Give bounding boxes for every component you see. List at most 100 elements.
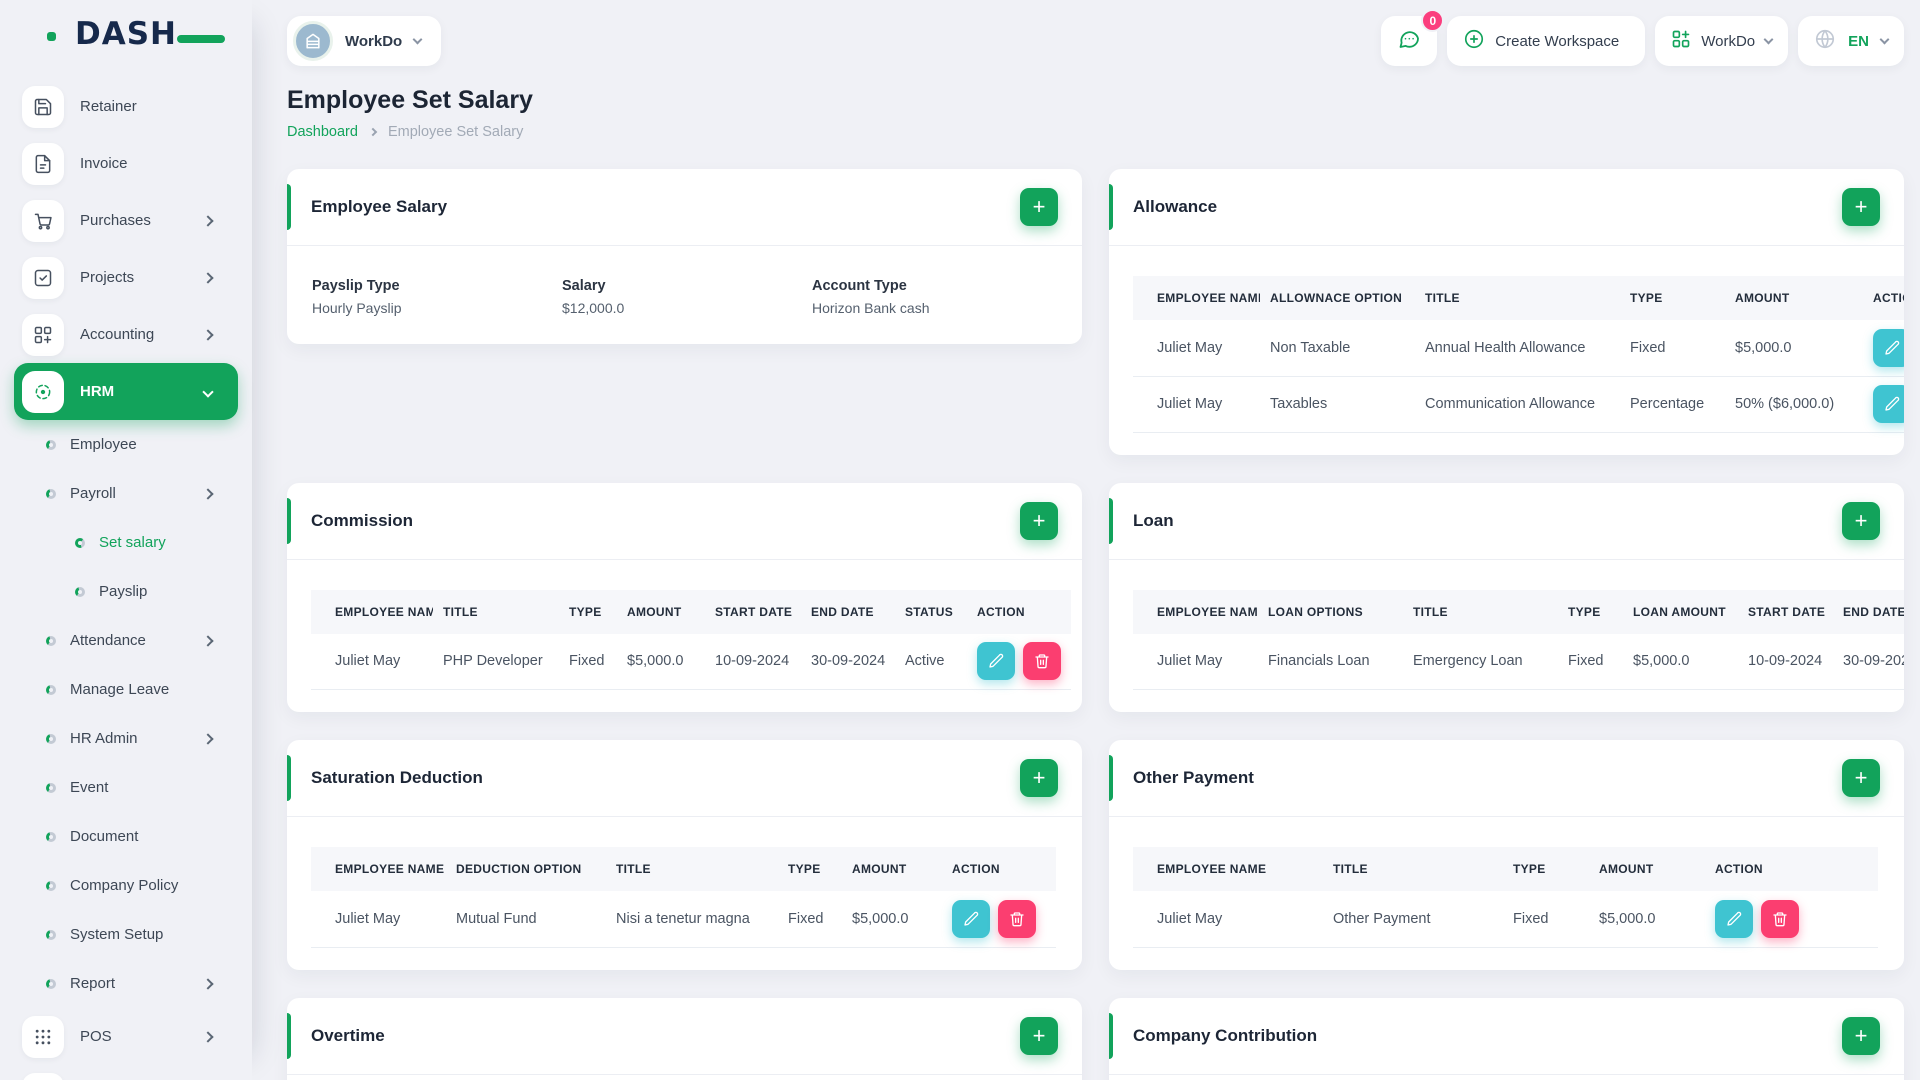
messages-button[interactable]: 0 bbox=[1381, 9, 1445, 66]
cell-type: Fixed bbox=[1620, 320, 1725, 377]
sidebar-item-pos[interactable]: POS bbox=[14, 1008, 238, 1065]
cell-status: Active bbox=[895, 633, 967, 690]
language-selector[interactable]: EN bbox=[1798, 16, 1904, 66]
employee-salary-card: Employee Salary + Payslip Type Hourly Pa… bbox=[287, 169, 1082, 344]
delete-button trash-icon[interactable] bbox=[1023, 642, 1061, 681]
bullet-icon bbox=[46, 733, 56, 744]
cell-end-date: 30-09-2024 bbox=[1833, 633, 1904, 690]
add-overtime-button plus-icon[interactable]: + bbox=[1020, 1016, 1058, 1055]
sidebar-item-employee[interactable]: Employee bbox=[14, 420, 238, 469]
column-header: TYPE bbox=[1558, 589, 1623, 634]
sidebar-item-attendance[interactable]: Attendance bbox=[14, 616, 238, 665]
chat-bubble-icon bbox=[1397, 27, 1421, 56]
cell-title: Communication Allowance bbox=[1415, 376, 1620, 433]
chevron-right-icon bbox=[202, 1030, 214, 1043]
edit-button pencil-icon[interactable] bbox=[952, 899, 990, 938]
sidebar-item-crm[interactable]: CRM bbox=[14, 1065, 238, 1080]
column-header: STATUS bbox=[895, 589, 967, 634]
cell-option: Taxables bbox=[1260, 376, 1415, 433]
column-header: EMPLOYEE NAME bbox=[1133, 589, 1258, 634]
column-header: LOAN AMOUNT bbox=[1623, 589, 1738, 634]
page-head: Employee Set Salary Dashboard Employee S… bbox=[287, 86, 1904, 140]
sidebar-item-label: Employee bbox=[70, 436, 137, 453]
app-logo[interactable]: DASH bbox=[47, 16, 225, 52]
sidebar-item-company-policy[interactable]: Company Policy bbox=[14, 861, 238, 910]
sidebar-item-hr-admin[interactable]: HR Admin bbox=[14, 714, 238, 763]
add-allowance-button plus-icon[interactable]: + bbox=[1842, 188, 1880, 226]
sidebar-item-document[interactable]: Document bbox=[14, 812, 238, 861]
add-employee-salary-button plus-icon[interactable]: + bbox=[1020, 188, 1058, 226]
cell-employee: Juliet May bbox=[1133, 320, 1260, 377]
workspace-switcher[interactable]: WorkDo bbox=[287, 16, 442, 66]
sidebar-item-set-salary[interactable]: Set salary bbox=[14, 518, 238, 567]
sidebar-item-projects[interactable]: Projects bbox=[14, 249, 238, 306]
card-title: Company Contribution bbox=[1133, 1025, 1318, 1045]
field: Payslip Type Hourly Payslip bbox=[312, 278, 562, 316]
sidebar-item-invoice[interactable]: Invoice bbox=[14, 135, 238, 192]
create-workspace-label: Create Workspace bbox=[1495, 32, 1620, 50]
language-label: EN bbox=[1848, 32, 1869, 50]
page-title: Employee Set Salary bbox=[287, 86, 533, 114]
card-body: EMPLOYEE NAME DEDUCTION OPTION TITLE TYP… bbox=[287, 817, 1082, 970]
sidebar-item-event[interactable]: Event bbox=[14, 763, 238, 812]
sidebar-item-system-setup[interactable]: System Setup bbox=[14, 910, 238, 959]
sidebar-item-retainer[interactable]: Retainer bbox=[14, 78, 238, 135]
column-header: TITLE bbox=[1403, 589, 1558, 634]
employee-salary-fields: Payslip Type Hourly Payslip Salary $12,0… bbox=[287, 246, 1082, 344]
sidebar-item-payslip[interactable]: Payslip bbox=[14, 567, 238, 616]
sidebar-item-label: HR Admin bbox=[70, 730, 138, 747]
edit-button pencil-icon[interactable] bbox=[1873, 328, 1904, 367]
add-loan-button plus-icon[interactable]: + bbox=[1842, 501, 1880, 540]
chevron-right-icon bbox=[202, 732, 214, 745]
column-header: END DATE bbox=[801, 589, 895, 634]
table-row: Juliet May Taxables Communication Allowa… bbox=[1133, 376, 1904, 433]
column-header: ACTION bbox=[1705, 847, 1878, 891]
column-header: TYPE bbox=[1620, 276, 1725, 320]
cell-type: Fixed bbox=[559, 633, 617, 690]
bullet-icon bbox=[46, 684, 56, 695]
column-header: AMOUNT bbox=[1589, 847, 1705, 891]
sidebar-item-hrm[interactable]: HRM bbox=[14, 363, 238, 420]
breadcrumb-dashboard-link[interactable]: Dashboard bbox=[287, 124, 358, 140]
column-header: LOAN OPTIONS bbox=[1258, 589, 1403, 634]
cell-amount: $5,000.0 bbox=[842, 891, 942, 948]
sidebar-item-label: Payroll bbox=[70, 485, 116, 502]
table-row: Juliet May Non Taxable Annual Health All… bbox=[1133, 320, 1904, 377]
topbar-actions: 0 Create Workspace WorkDo EN bbox=[1381, 9, 1904, 66]
card-title: Other Payment bbox=[1133, 768, 1254, 787]
sidebar-item-report[interactable]: Report bbox=[14, 959, 238, 1008]
add-saturation-deduction-button plus-icon[interactable]: + bbox=[1020, 759, 1058, 797]
delete-button trash-icon[interactable] bbox=[1761, 899, 1799, 938]
add-company-contribution-button plus-icon[interactable]: + bbox=[1842, 1016, 1880, 1055]
sidebar-item-payroll[interactable]: Payroll bbox=[14, 469, 238, 518]
sidebar-item-accounting[interactable]: Accounting bbox=[14, 306, 238, 363]
loan-table: EMPLOYEE NAME LOAN OPTIONS TITLE TYPE LO… bbox=[1133, 589, 1904, 690]
sidebar-item-purchases[interactable]: Purchases bbox=[14, 192, 238, 249]
column-header: START DATE bbox=[1738, 589, 1833, 634]
card-body: EMPLOYEE NAME ALLOWNACE OPTION TITLE TYP… bbox=[1109, 246, 1904, 455]
cell-title: Other Payment bbox=[1323, 891, 1503, 948]
sidebar-item-label: Manage Leave bbox=[70, 681, 170, 698]
delete-button trash-icon[interactable] bbox=[998, 899, 1036, 938]
card-title: Allowance bbox=[1133, 197, 1218, 216]
add-commission-button plus-icon[interactable]: + bbox=[1020, 501, 1058, 540]
edit-button pencil-icon[interactable] bbox=[977, 642, 1015, 681]
card-body: EMPLOYEE NAME TITLE TYPE AMOUNT ACTION J… bbox=[1109, 817, 1904, 970]
edit-button pencil-icon[interactable] bbox=[1715, 899, 1753, 938]
bullet-icon bbox=[75, 537, 85, 548]
target-icon bbox=[22, 370, 64, 413]
sidebar-item-manage-leave[interactable]: Manage Leave bbox=[14, 665, 238, 714]
sidebar-item-label: Document bbox=[70, 828, 139, 845]
card-title: Commission bbox=[311, 510, 414, 530]
create-workspace-button[interactable]: Create Workspace bbox=[1447, 16, 1646, 66]
add-other-payment-button plus-icon[interactable]: + bbox=[1842, 759, 1880, 797]
chevron-right-icon bbox=[202, 328, 214, 341]
cell-end-date: 30-09-2024 bbox=[801, 633, 895, 690]
workdo-menu-button[interactable]: WorkDo bbox=[1655, 16, 1789, 66]
column-header: AMOUNT bbox=[842, 847, 942, 891]
edit-button pencil-icon[interactable] bbox=[1873, 385, 1904, 423]
sidebar-item-label: HRM bbox=[80, 383, 115, 400]
table-row: Juliet May Mutual Fund Nisi a tenetur ma… bbox=[311, 891, 1056, 948]
logo-bar-accent bbox=[177, 35, 225, 43]
card-body: EMPLOYEE NAME LOAN OPTIONS TITLE TYPE LO… bbox=[1109, 560, 1904, 713]
